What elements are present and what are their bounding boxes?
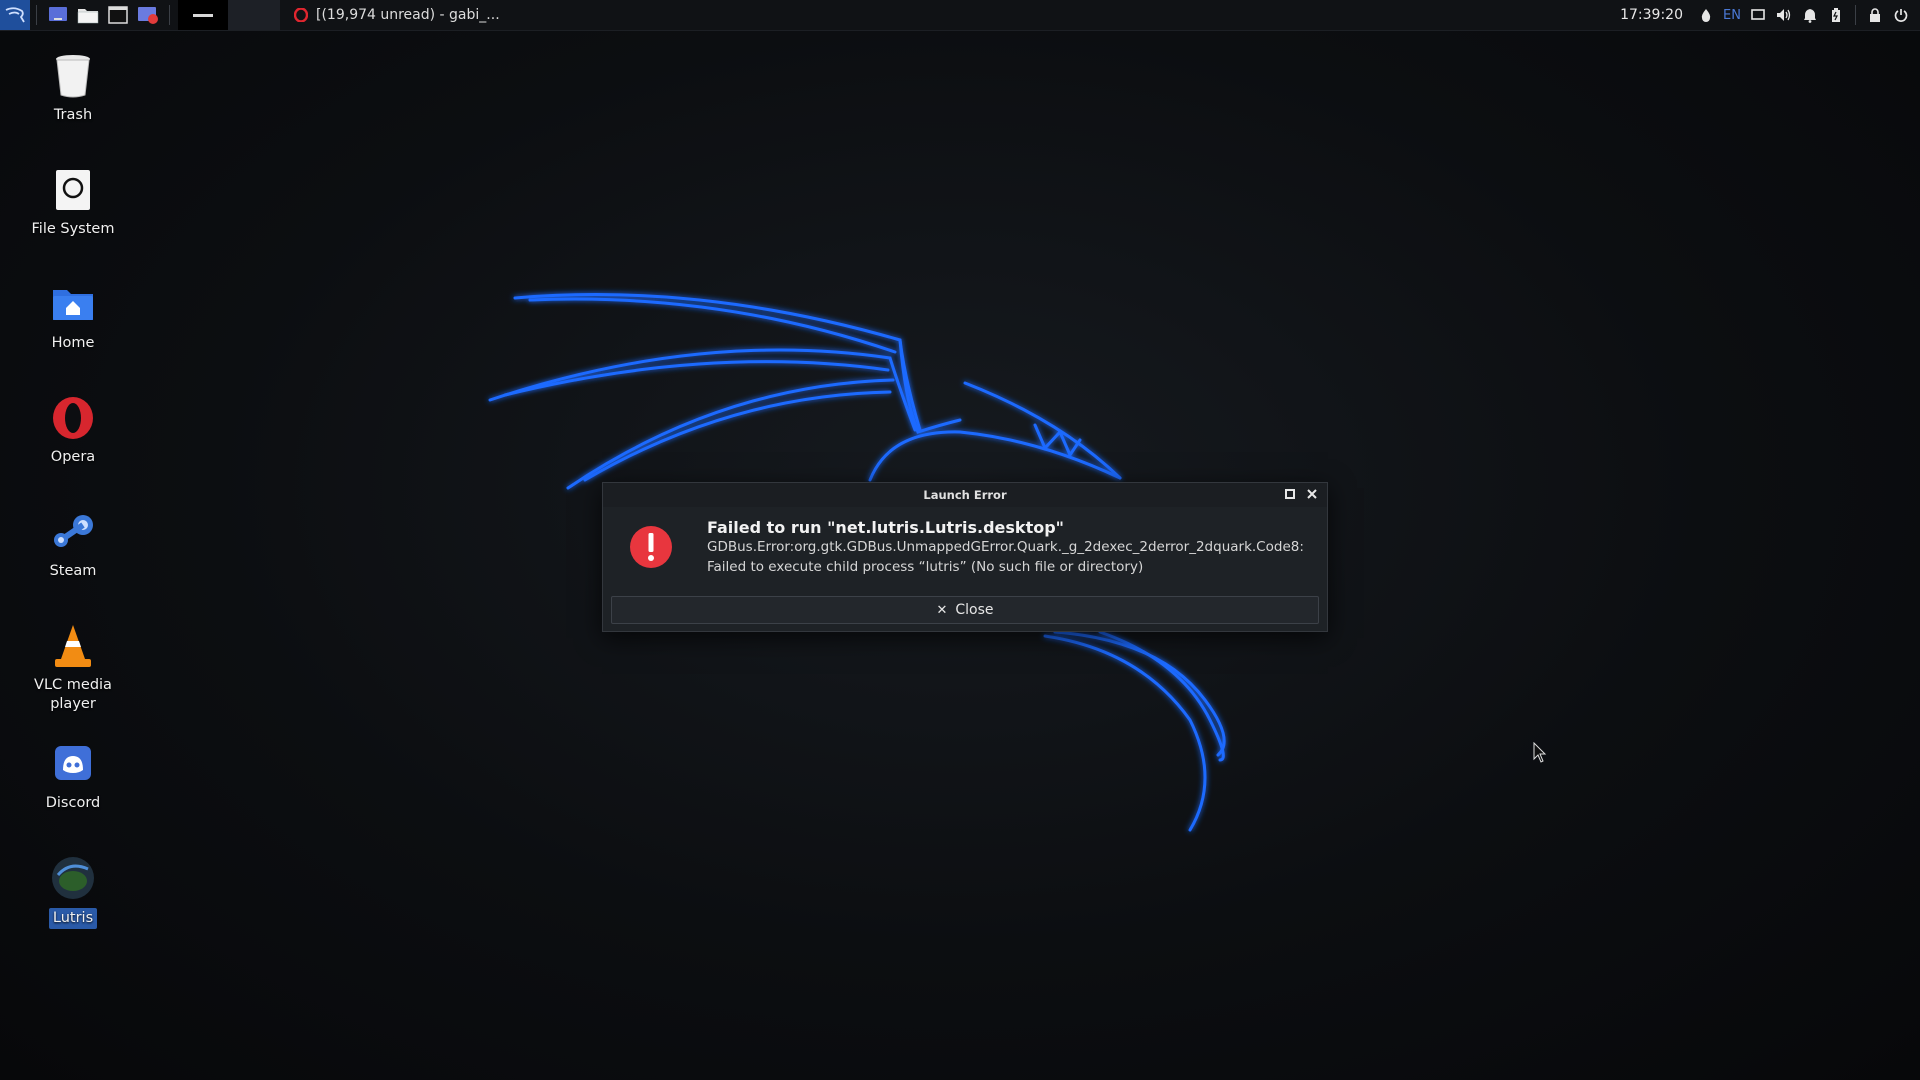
close-button-label: Close (955, 602, 994, 618)
maximize-icon[interactable] (1283, 487, 1297, 501)
error-message-line-2: Failed to execute child process “lutris”… (707, 559, 1144, 575)
error-heading: Failed to run "net.lutris.Lutris.desktop… (707, 518, 1064, 537)
desktop-icon-label: File System (31, 221, 115, 237)
trash-icon (49, 52, 97, 100)
launch-error-dialog: Launch Error Failed to run "net.lutris.L… (602, 482, 1328, 632)
desktop-icon-label: VLC media player (34, 677, 112, 712)
error-icon (630, 526, 672, 568)
vlc-cone-icon (49, 622, 97, 670)
discord-icon (49, 740, 97, 788)
desktop-icon-file-system[interactable]: File System (14, 166, 132, 239)
desktop-icon-home[interactable]: Home (14, 280, 132, 353)
desktop-icon-vlc[interactable]: VLC media player (14, 622, 132, 714)
close-button[interactable]: ✕ Close (611, 596, 1319, 624)
close-icon[interactable] (1305, 487, 1319, 501)
hard-drive-icon (49, 166, 97, 214)
dialog-window-buttons (1283, 487, 1319, 501)
desktop-icon-lutris[interactable]: Lutris (14, 854, 132, 929)
desktop-icon-discord[interactable]: Discord (14, 740, 132, 813)
error-message-line-1: GDBus.Error:org.gtk.GDBus.UnmappedGError… (707, 539, 1304, 555)
dialog-body: Failed to run "net.lutris.Lutris.desktop… (603, 507, 1327, 577)
dialog-title: Launch Error (923, 488, 1007, 502)
opera-icon (49, 394, 97, 442)
desktop-icon-label: Opera (50, 449, 96, 465)
lutris-icon (49, 854, 97, 902)
steam-icon (49, 508, 97, 556)
desktop-icon-label: Home (51, 335, 95, 351)
desktop-icon-trash[interactable]: Trash (14, 52, 132, 125)
dialog-text: Failed to run "net.lutris.Lutris.desktop… (707, 517, 1313, 577)
desktop-icon-opera[interactable]: Opera (14, 394, 132, 467)
desktop-icon-label: Trash (53, 107, 93, 123)
desktop-icon-label: Lutris (48, 908, 98, 929)
close-button-icon: ✕ (936, 602, 948, 618)
desktop-icon-label: Steam (49, 563, 97, 579)
home-folder-icon (49, 280, 97, 328)
desktop-icon-steam[interactable]: Steam (14, 508, 132, 581)
dialog-titlebar[interactable]: Launch Error (603, 483, 1327, 507)
mouse-pointer-icon (1533, 742, 1547, 763)
desktop-icon-label: Discord (45, 795, 101, 811)
